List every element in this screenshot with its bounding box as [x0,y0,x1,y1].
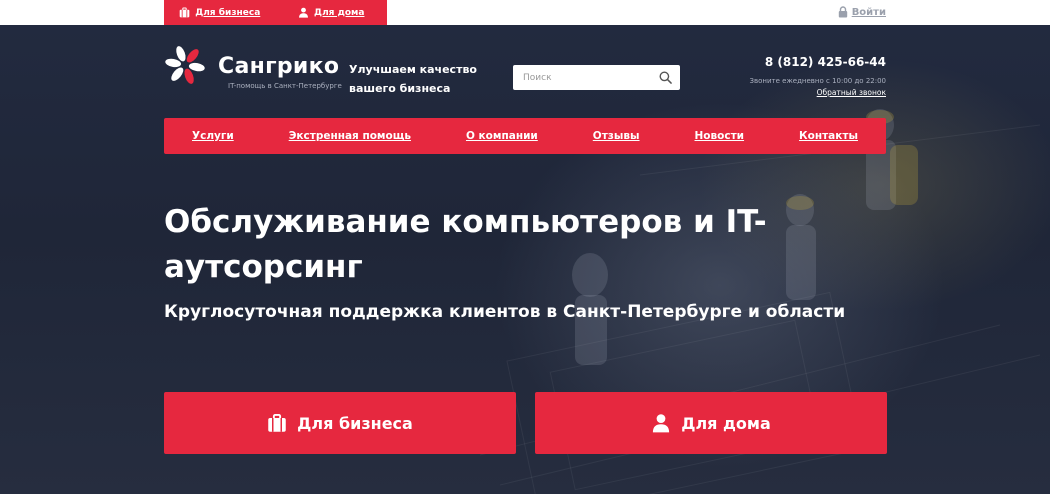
home-button-label: Для дома [681,413,771,433]
working-hours: Звоните ежедневно с 10:00 до 22:00 [749,77,886,85]
lock-icon [838,6,847,18]
search-input[interactable] [523,72,659,83]
login-link[interactable]: Войти [838,6,886,18]
nav-item-news[interactable]: Новости [695,130,745,142]
briefcase-icon [268,413,286,432]
nav-item-reviews[interactable]: Отзывы [593,130,640,142]
logo-subtitle: IT-помощь в Санкт-Петербурге [228,82,342,90]
business-button-label: Для бизнеса [297,413,413,433]
nav-item-services[interactable]: Услуги [192,130,234,142]
nav-item-contacts[interactable]: Контакты [799,130,858,142]
topbar-business-link[interactable]: Для бизнеса [164,0,276,25]
logo-name: Сангрико [218,54,340,79]
nav-item-emergency[interactable]: Экстренная помощь [289,130,411,142]
topbar-business-label: Для бизнеса [195,7,261,18]
nav-item-about[interactable]: О компании [466,130,538,142]
login-label: Войти [851,6,886,18]
slogan: Улучшаем качество вашего бизнеса [349,63,477,95]
home-button[interactable]: Для дома [535,392,887,454]
logo[interactable]: Сангрико IT-помощь в Санкт-Петербурге [164,44,342,90]
briefcase-icon [179,7,190,18]
topbar-home-label: Для дома [314,7,365,18]
main-nav: Услуги Экстренная помощь О компании Отзы… [164,118,886,154]
hero-title: Обслуживание компьютеров и IT-аутсорсинг [164,204,767,285]
logo-icon [165,46,205,84]
callback-link[interactable]: Обратный звонок [750,88,886,97]
top-bar: Для бизнеса Для дома Войти [0,0,1050,25]
audience-switch: Для бизнеса Для дома [164,0,387,25]
business-button[interactable]: Для бизнеса [164,392,516,454]
topbar-home-link[interactable]: Для дома [276,0,388,25]
search-icon[interactable] [659,71,672,84]
phone-number[interactable]: 8 (812) 425-66-44 [750,55,886,69]
search-box [513,65,680,90]
user-icon [653,414,670,433]
user-icon [299,7,309,18]
contacts-block: 8 (812) 425-66-44 Звоните ежедневно с 10… [750,55,886,97]
hero-subtitle: Круглосуточная поддержка клиентов в Санк… [164,302,846,322]
